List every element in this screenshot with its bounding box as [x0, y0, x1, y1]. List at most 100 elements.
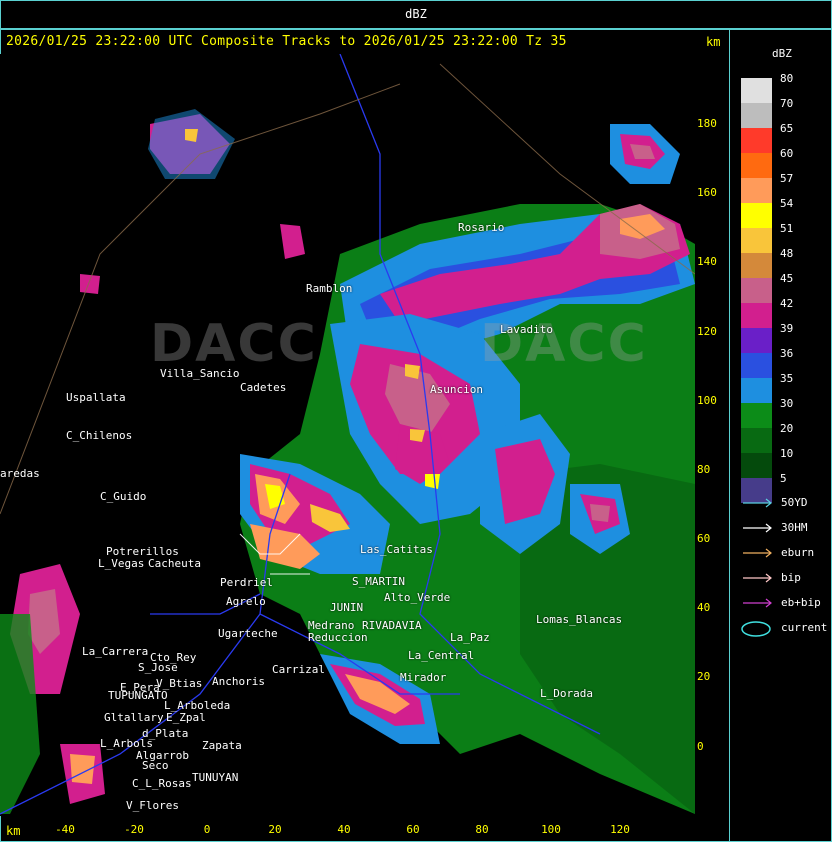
- x-tick-label: 80: [475, 823, 489, 836]
- place-label: V_Flores: [126, 799, 179, 812]
- place-label: S_Jose: [138, 661, 178, 674]
- place-label: Carrizal: [272, 663, 325, 676]
- legend-swatch-label: 48: [780, 247, 794, 260]
- track-legend-label: eb+bip: [781, 596, 821, 609]
- y-tick-label: 80: [697, 463, 711, 476]
- x-tick-label: 0: [203, 823, 211, 836]
- place-label: L_Dorada: [540, 687, 593, 700]
- legend-swatch: [741, 378, 772, 403]
- track-legend-item: bip: [741, 571, 831, 585]
- place-label: Rosario: [458, 221, 505, 234]
- legend-swatch: [741, 78, 772, 103]
- legend-swatch: [741, 103, 772, 128]
- place-label: Uspallata: [66, 391, 126, 404]
- y-tick-label: 140: [697, 255, 717, 268]
- x-tick-label: -40: [55, 823, 75, 836]
- legend-swatch: [741, 453, 772, 478]
- legend-swatch-label: 57: [780, 172, 794, 185]
- place-label: S_MARTIN: [352, 575, 405, 588]
- km-unit-bottom: km: [6, 824, 21, 838]
- y-tick-label: 120: [697, 325, 717, 338]
- y-tick-label: 100: [697, 394, 717, 407]
- legend-swatch: [741, 278, 772, 303]
- place-label: RIVADAVIA: [362, 619, 422, 632]
- arrow-icon: [743, 548, 772, 558]
- place-label: La_Paz: [450, 631, 490, 644]
- track-legend-label: eburn: [781, 546, 815, 559]
- track-legend-label: 50YD: [781, 496, 808, 509]
- legend-swatch-label: 80: [780, 72, 794, 85]
- legend-swatch-label: 30: [780, 397, 794, 410]
- y-tick-label: 180: [697, 117, 717, 130]
- track-legend-item-current: current: [741, 621, 831, 637]
- track-legend-label: bip: [781, 571, 801, 584]
- watermark: DACC: [150, 314, 318, 374]
- arrow-icon: [743, 573, 772, 583]
- km-unit-top: km: [706, 35, 721, 49]
- legend-swatch: [741, 153, 772, 178]
- place-label: Asuncion: [430, 383, 483, 396]
- legend-swatch-label: 20: [780, 422, 794, 435]
- legend-swatch-label: 42: [780, 297, 794, 310]
- place-label: L_Vegas: [98, 557, 145, 570]
- arrow-icon: [743, 498, 772, 508]
- legend-swatch: [741, 253, 772, 278]
- x-tick-label: -20: [124, 823, 144, 836]
- place-label: Cadetes: [240, 381, 287, 394]
- arrow-icon: [743, 523, 772, 533]
- legend-title: dBZ: [772, 47, 792, 60]
- place-label: E_Zpal: [166, 711, 206, 724]
- place-label: Anchoris: [212, 675, 265, 688]
- track-legend-label: current: [781, 621, 828, 634]
- place-label: Villa_Sancio: [160, 367, 240, 380]
- place-label: JUNIN: [330, 601, 364, 614]
- x-tick-label: 100: [541, 823, 561, 836]
- legend-swatch: [741, 178, 772, 203]
- track-legend-item: 30HM: [741, 521, 831, 535]
- legend-swatch-label: 39: [780, 322, 794, 335]
- place-label: Perdriel: [220, 576, 273, 589]
- place-label: Seco: [142, 759, 169, 772]
- title-text: dBZ: [405, 7, 427, 21]
- place-label: Agrelo: [226, 595, 266, 608]
- y-tick-label: 60: [697, 532, 711, 545]
- radar-composite-map[interactable]: DACC DACC Ramblon Villa_Sancio Uspallata…: [0, 54, 695, 816]
- legend-swatch-label: 45: [780, 272, 794, 285]
- ellipse-icon: [741, 621, 771, 637]
- legend-swatch: [741, 428, 772, 453]
- place-label: Gltallary: [104, 711, 164, 724]
- place-label: Ugarteche: [218, 627, 278, 640]
- arrow-icon: [743, 598, 772, 608]
- place-label: Cacheuta: [148, 557, 201, 570]
- composite-header: 2026/01/25 23:22:00 UTC Composite Tracks…: [6, 34, 567, 49]
- legend-swatch-label: 65: [780, 122, 794, 135]
- legend-swatch: [741, 303, 772, 328]
- legend-swatch-label: 35: [780, 372, 794, 385]
- legend-swatch: [741, 128, 772, 153]
- place-label: Lomas_Blancas: [536, 613, 623, 626]
- place-label: Reduccion: [308, 631, 368, 644]
- legend-swatch-label: 5: [780, 472, 787, 485]
- title-bar: dBZ: [0, 0, 832, 30]
- x-tick-label: 40: [337, 823, 351, 836]
- place-label: TUNUYAN: [192, 771, 239, 784]
- legend-swatch: [741, 203, 772, 228]
- place-label: La_Central: [408, 649, 475, 662]
- y-tick-label: 20: [697, 670, 711, 683]
- place-label: TUPUNGATO: [108, 689, 168, 702]
- place-label: La_Carrera: [82, 645, 149, 658]
- place-label: C_Chilenos: [66, 429, 133, 442]
- legend-swatch-label: 10: [780, 447, 794, 460]
- y-tick-label: 0: [697, 740, 704, 753]
- track-legend-item: 50YD: [741, 496, 831, 510]
- x-tick-label: 120: [610, 823, 630, 836]
- place-label: Ramblon: [306, 282, 353, 295]
- place-label: Alto_Verde: [384, 591, 451, 604]
- x-tick-label: 20: [268, 823, 282, 836]
- legend-swatch: [741, 328, 772, 353]
- place-label: Lavadito: [500, 323, 553, 336]
- legend-swatch-label: 51: [780, 222, 794, 235]
- legend-swatch-label: 70: [780, 97, 794, 110]
- legend-swatch: [741, 228, 772, 253]
- track-legend-item: eburn: [741, 546, 831, 560]
